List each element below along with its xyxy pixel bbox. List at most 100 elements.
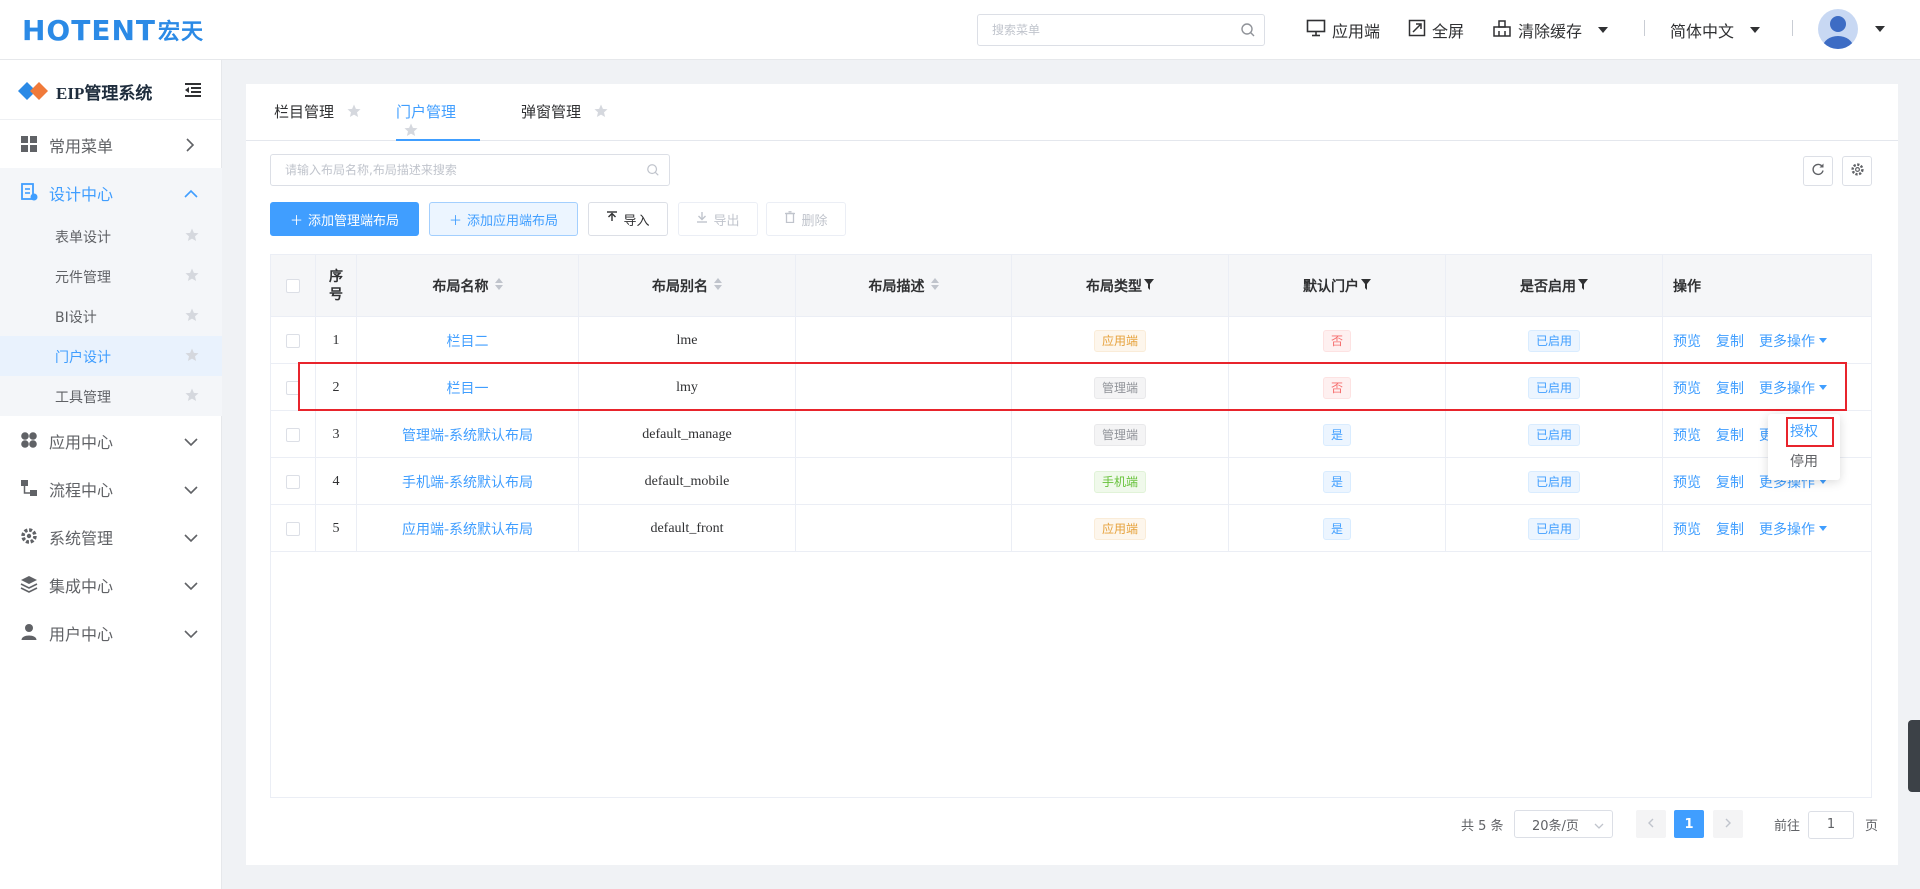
star-icon[interactable] [185, 388, 199, 406]
layout-type: 手机端 [1012, 458, 1229, 505]
layout-alias: default_front [579, 505, 796, 552]
row-index: 3 [316, 411, 357, 458]
row-checkbox[interactable] [286, 333, 300, 348]
layout-desc [796, 458, 1012, 505]
filter-icon[interactable] [1144, 278, 1154, 294]
menu-search-input[interactable] [992, 15, 1232, 45]
fullscreen-button[interactable]: 全屏 [1408, 18, 1464, 42]
goto-page-input[interactable]: 1 [1808, 811, 1854, 839]
row-checkbox[interactable] [286, 521, 300, 536]
page-size-select[interactable]: 20条/页 [1514, 810, 1613, 838]
user-menu-caret-icon[interactable] [1875, 26, 1885, 32]
sort-icon[interactable] [930, 278, 939, 294]
enabled-tag: 已启用 [1527, 329, 1580, 352]
gear-icon [20, 527, 38, 545]
sidebar-item-apps[interactable]: 应用中心 [0, 416, 222, 464]
default-tag: 是 [1322, 517, 1351, 540]
sidebar-item-integration[interactable]: 集成中心 [0, 560, 222, 608]
star-icon[interactable] [185, 268, 199, 286]
preview-link[interactable]: 预览 [1673, 519, 1701, 539]
more-actions-dropdown[interactable]: 更多操作 [1759, 519, 1827, 539]
next-page-button[interactable] [1713, 810, 1743, 838]
sidebar-sub-portal-design[interactable]: 门户设计 [0, 336, 222, 376]
chevron-right-icon [184, 137, 196, 156]
sidebar-sub-form-design[interactable]: 表单设计 [0, 216, 222, 256]
sort-icon[interactable] [714, 278, 722, 294]
table-row: 3 管理端-系统默认布局 default_manage 管理端 是 已启用 预览… [271, 411, 1871, 458]
prev-page-button[interactable] [1636, 810, 1666, 838]
layout-name-link[interactable]: 手机端-系统默认布局 [357, 458, 579, 505]
filter-icon[interactable] [1578, 278, 1588, 294]
search-icon[interactable] [1240, 22, 1256, 42]
header-enabled[interactable]: 是否启用 [1446, 255, 1663, 317]
sidebar-item-user[interactable]: 用户中心 [0, 608, 222, 656]
layout-name-link[interactable]: 应用端-系统默认布局 [357, 505, 579, 552]
delete-button[interactable]: 删除 [766, 202, 846, 236]
star-icon[interactable] [185, 308, 199, 326]
sub-item-label: 元件管理 [55, 270, 111, 286]
side-scroll-handle[interactable] [1908, 720, 1920, 792]
header-default[interactable]: 默认门户 [1229, 255, 1446, 317]
preview-link[interactable]: 预览 [1673, 472, 1701, 492]
sidebar-item-flow[interactable]: 流程中心 [0, 464, 222, 512]
menu-search[interactable] [977, 14, 1265, 46]
preview-link[interactable]: 预览 [1673, 425, 1701, 445]
export-button[interactable]: 导出 [678, 202, 758, 236]
copy-link[interactable]: 复制 [1716, 425, 1744, 445]
tab-portal-manage[interactable]: 门户管理 [396, 101, 480, 141]
sidebar-item-design[interactable]: 设计中心 [0, 168, 222, 216]
plus-icon: ＋ [448, 213, 462, 229]
row-checkbox[interactable] [286, 474, 300, 489]
app-side-button[interactable]: 应用端 [1306, 18, 1380, 42]
import-button[interactable]: 导入 [588, 202, 668, 236]
tab-popup-manage[interactable]: 弹窗管理 [521, 101, 608, 141]
sidebar-item-common[interactable]: 常用菜单 [0, 120, 222, 168]
more-actions-dropdown[interactable]: 更多操作 [1759, 331, 1827, 351]
collapse-menu-icon[interactable] [184, 82, 202, 102]
star-icon[interactable] [404, 123, 418, 141]
copy-link[interactable]: 复制 [1716, 472, 1744, 492]
filter-icon[interactable] [1361, 278, 1371, 294]
header-alias[interactable]: 布局别名 [579, 255, 796, 317]
copy-link[interactable]: 复制 [1716, 331, 1744, 351]
layout-name-link[interactable]: 管理端-系统默认布局 [357, 411, 579, 458]
star-icon[interactable] [185, 228, 199, 246]
layout-name-link[interactable]: 栏目二 [357, 317, 579, 364]
layout-search-input[interactable] [285, 155, 645, 185]
disable-menu-item[interactable]: 停用 [1768, 449, 1840, 475]
star-icon[interactable] [185, 348, 199, 366]
layout-desc [796, 411, 1012, 458]
chevron-down-icon [184, 577, 198, 596]
row-checkbox[interactable] [286, 427, 300, 442]
row-actions: 预览 复制 更多操作 [1673, 505, 1842, 552]
avatar[interactable] [1818, 9, 1858, 49]
sidebar-sub-bi-design[interactable]: BI设计 [0, 296, 222, 336]
preview-link[interactable]: 预览 [1673, 331, 1701, 351]
settings-button[interactable] [1842, 156, 1872, 186]
copy-link[interactable]: 复制 [1716, 519, 1744, 539]
search-icon[interactable] [646, 163, 660, 181]
refresh-button[interactable] [1803, 156, 1833, 186]
header-name[interactable]: 布局名称 [357, 255, 579, 317]
star-icon[interactable] [594, 104, 608, 122]
clear-cache-button[interactable]: 清除缓存 [1492, 18, 1609, 42]
sidebar-item-system[interactable]: 系统管理 [0, 512, 222, 560]
tab-column-manage[interactable]: 栏目管理 [274, 101, 361, 141]
sort-icon[interactable] [494, 278, 503, 294]
layout-search[interactable] [270, 154, 670, 186]
sidebar-sub-component[interactable]: 元件管理 [0, 256, 222, 296]
page-size-label: 20条/页 [1532, 818, 1579, 834]
language-select[interactable]: 简体中文 [1670, 18, 1761, 42]
select-all-checkbox[interactable] [286, 279, 300, 293]
header-type[interactable]: 布局类型 [1012, 255, 1229, 317]
language-label: 简体中文 [1670, 22, 1735, 41]
add-app-layout-button[interactable]: ＋ 添加应用端布局 [429, 202, 578, 236]
header-desc[interactable]: 布局描述 [796, 255, 1012, 317]
sidebar-sub-tool[interactable]: 工具管理 [0, 376, 222, 416]
trash-icon [784, 211, 796, 227]
chevron-down-icon [1750, 27, 1761, 33]
page-number-current[interactable]: 1 [1674, 810, 1704, 838]
header-label: 布局描述 [868, 279, 925, 295]
add-manage-layout-button[interactable]: ＋ 添加管理端布局 [270, 202, 419, 236]
star-icon[interactable] [347, 104, 361, 122]
